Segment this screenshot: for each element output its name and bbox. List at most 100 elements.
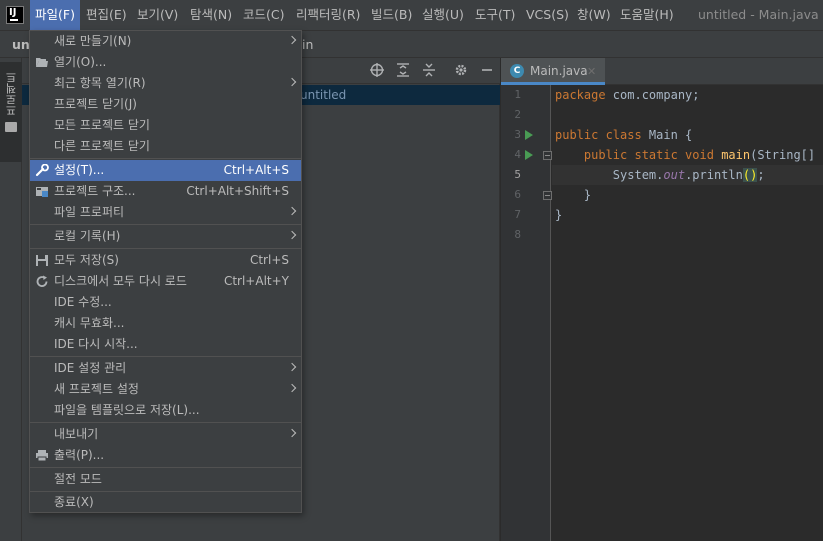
editor-tab-label: Main.java bbox=[530, 64, 588, 78]
menu-item-label: 내보내기 bbox=[54, 427, 99, 441]
menu-item-label: 파일을 템플릿으로 저장(L)... bbox=[54, 403, 200, 417]
left-tool-strip: 프로젝트 bbox=[0, 58, 22, 541]
menu-item-settings[interactable]: 설정(T)... Ctrl+Alt+S bbox=[30, 160, 301, 181]
menu-item-close-project[interactable]: 프로젝트 닫기(J) bbox=[30, 94, 301, 115]
menu-refactor[interactable]: 리팩터링(R) bbox=[291, 0, 365, 30]
menu-item-label: 캐시 무효화... bbox=[54, 316, 125, 330]
menu-item-repair-ide[interactable]: IDE 수정... bbox=[30, 292, 301, 313]
code-line-1: package com.company; bbox=[555, 88, 700, 102]
menu-item-close-all-projects[interactable]: 모든 프로젝트 닫기 bbox=[30, 115, 301, 136]
menu-item-label: IDE 다시 시작... bbox=[54, 337, 138, 351]
menu-item-label: 프로젝트 구조... bbox=[54, 184, 136, 198]
menu-item-invalidate-caches[interactable]: 캐시 무효화... bbox=[30, 313, 301, 334]
window-title: untitled - Main.java bbox=[698, 7, 819, 22]
menu-item-label: 프로젝트 닫기(J) bbox=[54, 97, 137, 111]
chevron-right-icon bbox=[287, 206, 297, 216]
menu-item-shortcut: Ctrl+Alt+Shift+S bbox=[186, 184, 289, 198]
run-main-icon[interactable] bbox=[525, 150, 533, 160]
menu-separator bbox=[30, 356, 301, 357]
menu-item-shortcut: Ctrl+Alt+Y bbox=[223, 274, 289, 288]
run-class-icon[interactable] bbox=[525, 130, 533, 140]
java-class-icon: C bbox=[510, 64, 524, 78]
menu-item-label: 새 프로젝트 설정 bbox=[54, 382, 139, 396]
menu-item-local-history[interactable]: 로컬 기록(H) bbox=[30, 226, 301, 247]
line-number: 3 bbox=[514, 128, 521, 141]
project-tool-tab-label: 프로젝트 bbox=[5, 72, 18, 116]
wrench-icon bbox=[35, 163, 49, 177]
menu-separator bbox=[30, 422, 301, 423]
editor-tab-bar: C Main.java ✕ bbox=[501, 58, 823, 85]
menu-item-shortcut: Ctrl+S bbox=[249, 253, 289, 267]
menu-item-open[interactable]: 열기(O)... bbox=[30, 52, 301, 73]
fold-icon[interactable] bbox=[543, 191, 552, 200]
menu-item-power-save-mode[interactable]: 절전 모드 bbox=[30, 469, 301, 490]
menu-item-export[interactable]: 내보내기 bbox=[30, 424, 301, 445]
editor-tab-main-java[interactable]: C Main.java ✕ bbox=[501, 58, 605, 85]
save-icon bbox=[35, 254, 49, 267]
menu-run[interactable]: 실행(U) bbox=[417, 0, 469, 30]
menu-item-close-other-projects[interactable]: 다른 프로젝트 닫기 bbox=[30, 136, 301, 157]
code-line-4: public static void main(String[] ar bbox=[583, 148, 823, 162]
file-menu-dropdown: 새로 만들기(N) 열기(O)... 최근 항목 열기(R) 프로젝트 닫기(J… bbox=[29, 30, 302, 513]
menu-code[interactable]: 코드(C) bbox=[238, 0, 289, 30]
menu-item-label: 파일 프로퍼티 bbox=[54, 205, 125, 219]
menu-item-label: 열기(O)... bbox=[54, 55, 107, 69]
menu-item-new-project-settings[interactable]: 새 프로젝트 설정 bbox=[30, 379, 301, 400]
menu-view[interactable]: 보기(V) bbox=[132, 0, 183, 30]
chevron-right-icon bbox=[287, 362, 297, 372]
menu-separator bbox=[30, 158, 301, 159]
editor-gutter: 1 2 3 4 5 6 7 8 bbox=[501, 85, 552, 541]
menu-tools[interactable]: 도구(T) bbox=[470, 0, 520, 30]
folder-icon bbox=[35, 56, 49, 69]
chevron-right-icon bbox=[287, 383, 297, 393]
locate-icon[interactable] bbox=[368, 62, 386, 80]
close-icon[interactable]: ✕ bbox=[587, 58, 596, 85]
line-number: 7 bbox=[514, 208, 521, 221]
menu-item-file-properties[interactable]: 파일 프로퍼티 bbox=[30, 202, 301, 223]
menu-item-label: 설정(T)... bbox=[54, 163, 105, 177]
breadcrumb-file[interactable]: in bbox=[302, 31, 313, 59]
menu-item-reload-all[interactable]: 디스크에서 모두 다시 로드 Ctrl+Alt+Y bbox=[30, 271, 301, 292]
menu-item-restart-ide[interactable]: IDE 다시 시작... bbox=[30, 334, 301, 355]
chevron-right-icon bbox=[287, 428, 297, 438]
menu-help[interactable]: 도움말(H) bbox=[615, 0, 679, 30]
menu-item-recent[interactable]: 최근 항목 열기(R) bbox=[30, 73, 301, 94]
menu-item-label: 모두 저장(S) bbox=[54, 253, 119, 267]
menu-build[interactable]: 빌드(B) bbox=[366, 0, 417, 30]
menu-item-label: 최근 항목 열기(R) bbox=[54, 76, 146, 90]
code-line-7: } bbox=[555, 208, 563, 222]
menu-item-label: 새로 만들기(N) bbox=[54, 34, 132, 48]
menu-item-print[interactable]: 출력(P)... bbox=[30, 445, 301, 466]
gear-icon[interactable] bbox=[452, 62, 470, 80]
fold-icon[interactable] bbox=[543, 151, 552, 160]
menu-item-label: 종료(X) bbox=[54, 495, 94, 509]
line-number: 1 bbox=[514, 88, 521, 101]
menu-item-label: 절전 모드 bbox=[54, 472, 102, 486]
menu-item-new[interactable]: 새로 만들기(N) bbox=[30, 31, 301, 52]
menu-item-exit[interactable]: 종료(X) bbox=[30, 492, 301, 513]
line-number-current: 5 bbox=[514, 168, 521, 181]
menu-separator bbox=[30, 224, 301, 225]
expand-all-icon[interactable] bbox=[394, 62, 412, 80]
menu-item-save-all[interactable]: 모두 저장(S) Ctrl+S bbox=[30, 250, 301, 271]
menu-navigate[interactable]: 탐색(N) bbox=[185, 0, 237, 30]
reload-icon bbox=[35, 275, 49, 288]
code-area[interactable]: package com.company; public class Main {… bbox=[552, 85, 823, 541]
menu-vcs[interactable]: VCS(S) bbox=[521, 0, 574, 30]
minimize-icon[interactable] bbox=[478, 62, 496, 80]
menu-item-label: 다른 프로젝트 닫기 bbox=[54, 139, 150, 153]
menu-item-manage-ide-settings[interactable]: IDE 설정 관리 bbox=[30, 358, 301, 379]
menu-item-save-as-template[interactable]: 파일을 템플릿으로 저장(L)... bbox=[30, 400, 301, 421]
line-number: 4 bbox=[514, 148, 521, 161]
collapse-all-icon[interactable] bbox=[420, 62, 438, 80]
main-menu-bar: IJ 파일(F) 편집(E) 보기(V) 탐색(N) 코드(C) 리팩터링(R)… bbox=[0, 0, 823, 30]
chevron-right-icon bbox=[287, 230, 297, 240]
menu-item-project-structure[interactable]: 프로젝트 구조... Ctrl+Alt+Shift+S bbox=[30, 181, 301, 202]
project-tool-tab[interactable]: 프로젝트 bbox=[0, 62, 22, 162]
menu-edit[interactable]: 편집(E) bbox=[81, 0, 132, 30]
code-line-3: public class Main { bbox=[555, 128, 693, 142]
tree-root-label: untitled bbox=[300, 88, 347, 102]
menu-item-label: IDE 수정... bbox=[54, 295, 112, 309]
menu-file[interactable]: 파일(F) bbox=[30, 0, 80, 30]
menu-window[interactable]: 창(W) bbox=[572, 0, 616, 30]
